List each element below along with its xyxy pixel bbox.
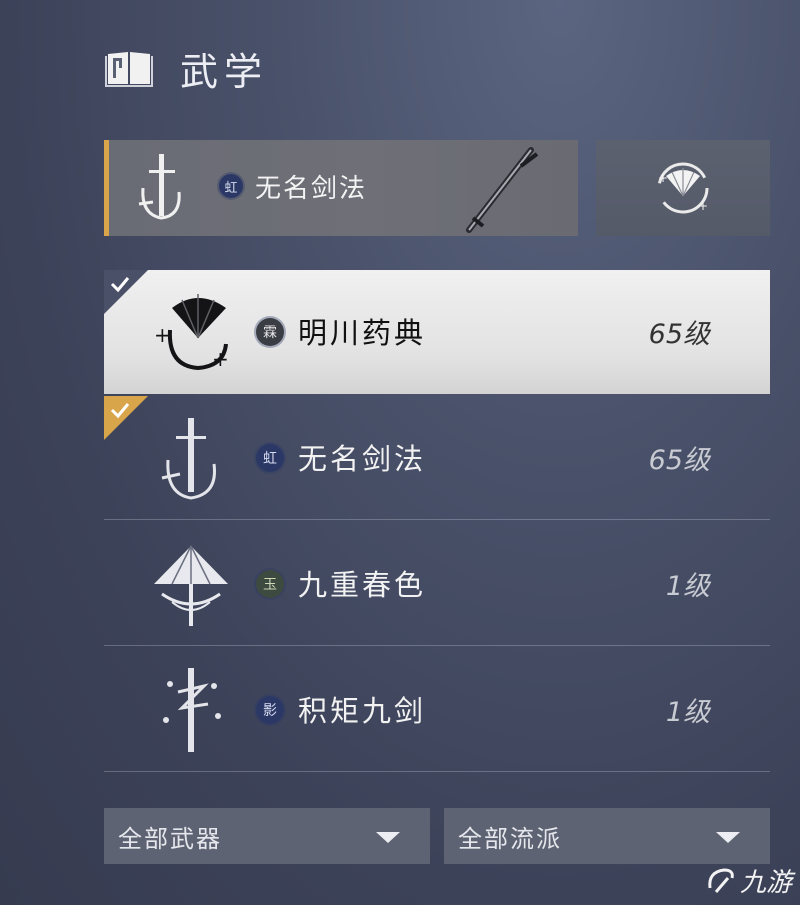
skill-level: 65级 (648, 445, 710, 476)
school-filter-label: 全部流派 (458, 824, 562, 853)
chevron-down-icon (716, 832, 740, 843)
svg-text:+: + (154, 323, 171, 347)
skill-row-jiuchong[interactable]: 玉 九重春色 1级 (104, 522, 770, 646)
watermark: 九游 (704, 862, 792, 899)
skill-name: 积矩九剑 (298, 694, 427, 728)
chevron-down-icon (376, 832, 400, 843)
school-badge: 虹 (256, 444, 284, 472)
school-badge: 虹 (219, 174, 243, 198)
skill-row-mingchuan[interactable]: + + 霖 明川药典 65级 (104, 270, 770, 394)
sword-skill-icon (161, 418, 217, 500)
skill-level: 1级 (665, 571, 710, 602)
row-divider (104, 519, 770, 520)
school-filter-dropdown[interactable]: 全部流派 (444, 808, 770, 864)
row-divider (104, 771, 770, 772)
umbrella-skill-icon (154, 545, 228, 626)
row-divider (104, 645, 770, 646)
skill-name: 九重春色 (298, 568, 427, 602)
skill-row-jiju[interactable]: 影 积矩九剑 1级 (104, 648, 770, 772)
skill-row-wuming[interactable]: 虹 无名剑法 65级 (104, 396, 770, 520)
svg-text:+: + (658, 171, 668, 185)
page-title: 武学 (180, 49, 269, 94)
school-badge: 霖 (256, 318, 284, 346)
check-icon (104, 270, 148, 314)
sword-illustration-icon (466, 147, 539, 233)
skill-level: 65级 (648, 319, 710, 350)
logo-icon (708, 867, 734, 893)
equipped-skill-name: 无名剑法 (255, 174, 368, 204)
watermark-text: 九游 (739, 868, 792, 898)
svg-text:+: + (212, 347, 229, 371)
panel-header: 武学 (104, 40, 268, 96)
svg-text:+: + (698, 199, 708, 213)
fan-skill-icon: + + (657, 162, 709, 214)
sword-skill-icon (163, 668, 221, 752)
school-badge: 影 (256, 696, 284, 724)
equipped-skill-slot[interactable]: 虹 无名剑法 (104, 140, 578, 236)
weapon-filter-dropdown[interactable]: 全部武器 (104, 808, 430, 864)
skill-name: 无名剑法 (298, 442, 427, 476)
skill-level: 1级 (665, 697, 710, 728)
check-icon (104, 396, 148, 440)
sword-skill-icon (138, 154, 181, 220)
skill-name: 明川药典 (298, 316, 427, 350)
secondary-skill-slot[interactable]: + + (596, 140, 770, 236)
school-badge: 玉 (256, 570, 284, 598)
fan-skill-icon: + + (154, 294, 229, 371)
weapon-filter-label: 全部武器 (118, 824, 222, 853)
book-icon (105, 52, 153, 87)
